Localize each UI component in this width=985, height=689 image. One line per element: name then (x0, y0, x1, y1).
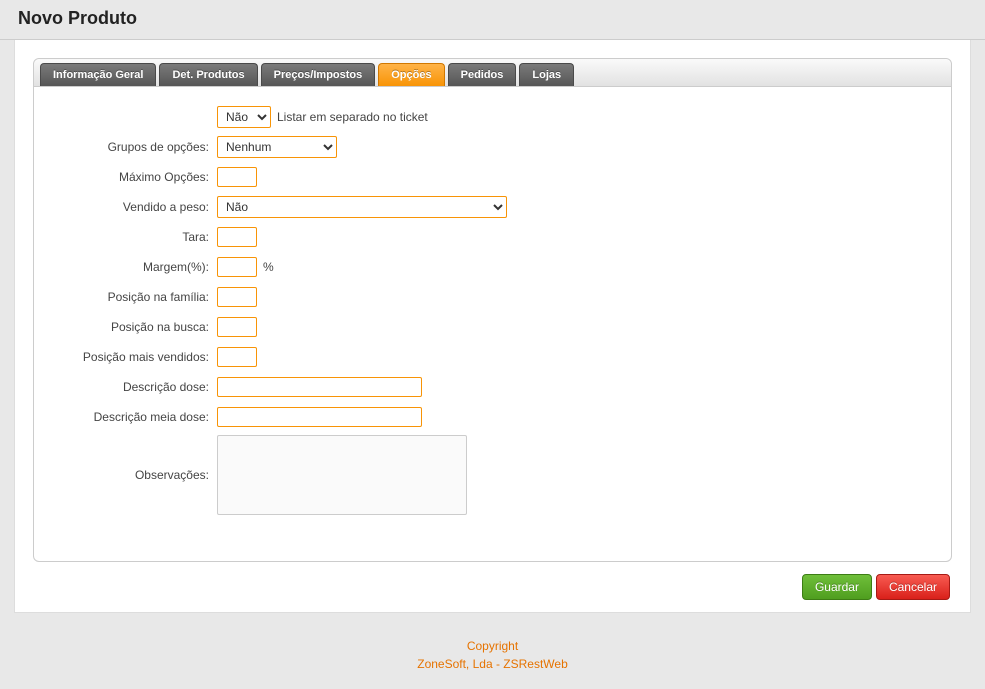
maximo-opcoes-input[interactable] (217, 167, 257, 187)
row-vendido-peso: Vendido a peso: Não (52, 195, 933, 219)
posicao-busca-input[interactable] (217, 317, 257, 337)
label-posicao-familia: Posição na família: (52, 290, 217, 304)
button-row: Guardar Cancelar (33, 562, 952, 600)
grupos-opcoes-select[interactable]: Nenhum (217, 136, 337, 158)
tab-informacao-geral[interactable]: Informação Geral (40, 63, 156, 86)
tab-det-produtos[interactable]: Det. Produtos (159, 63, 257, 86)
tab-lojas[interactable]: Lojas (519, 63, 574, 86)
listar-separado-text: Listar em separado no ticket (277, 110, 428, 124)
app-window: Novo Produto Informação Geral Det. Produ… (0, 0, 985, 689)
margem-suffix: % (263, 260, 274, 274)
tab-bar: Informação Geral Det. Produtos Preços/Im… (34, 59, 951, 87)
footer-company: ZoneSoft, Lda - ZSRestWeb (0, 655, 985, 673)
posicao-familia-input[interactable] (217, 287, 257, 307)
row-margem: Margem(%): % (52, 255, 933, 279)
descricao-meia-input[interactable] (217, 407, 422, 427)
label-maximo-opcoes: Máximo Opções: (52, 170, 217, 184)
label-grupos-opcoes: Grupos de opções: (52, 140, 217, 154)
row-tara: Tara: (52, 225, 933, 249)
label-posicao-vendidos: Posição mais vendidos: (52, 350, 217, 364)
tab-precos-impostos[interactable]: Preços/Impostos (261, 63, 376, 86)
form-body: Não Listar em separado no ticket Grupos … (34, 87, 951, 527)
row-descricao-dose: Descrição dose: (52, 375, 933, 399)
row-posicao-busca: Posição na busca: (52, 315, 933, 339)
row-observacoes: Observações: (52, 435, 933, 515)
tara-input[interactable] (217, 227, 257, 247)
vendido-peso-select[interactable]: Não (217, 196, 507, 218)
row-listar-separado: Não Listar em separado no ticket (52, 105, 933, 129)
row-descricao-meia: Descrição meia dose: (52, 405, 933, 429)
page-header: Novo Produto (0, 0, 985, 40)
cancel-button[interactable]: Cancelar (876, 574, 950, 600)
tab-opcoes[interactable]: Opções (378, 63, 444, 86)
label-descricao-meia: Descrição meia dose: (52, 410, 217, 424)
observacoes-textarea[interactable] (217, 435, 467, 515)
row-posicao-vendidos: Posição mais vendidos: (52, 345, 933, 369)
row-posicao-familia: Posição na família: (52, 285, 933, 309)
label-posicao-busca: Posição na busca: (52, 320, 217, 334)
label-descricao-dose: Descrição dose: (52, 380, 217, 394)
posicao-vendidos-input[interactable] (217, 347, 257, 367)
form-panel: Informação Geral Det. Produtos Preços/Im… (33, 58, 952, 562)
page-title: Novo Produto (18, 8, 967, 29)
label-margem: Margem(%): (52, 260, 217, 274)
tab-pedidos[interactable]: Pedidos (448, 63, 517, 86)
footer: Copyright ZoneSoft, Lda - ZSRestWeb (0, 627, 985, 689)
label-observacoes: Observações: (52, 468, 217, 482)
footer-copyright: Copyright (0, 637, 985, 655)
save-button[interactable]: Guardar (802, 574, 872, 600)
content-area: Informação Geral Det. Produtos Preços/Im… (14, 40, 971, 613)
label-vendido-peso: Vendido a peso: (52, 200, 217, 214)
label-tara: Tara: (52, 230, 217, 244)
row-grupos-opcoes: Grupos de opções: Nenhum (52, 135, 933, 159)
margem-input[interactable] (217, 257, 257, 277)
listar-separado-select[interactable]: Não (217, 106, 271, 128)
row-maximo-opcoes: Máximo Opções: (52, 165, 933, 189)
descricao-dose-input[interactable] (217, 377, 422, 397)
